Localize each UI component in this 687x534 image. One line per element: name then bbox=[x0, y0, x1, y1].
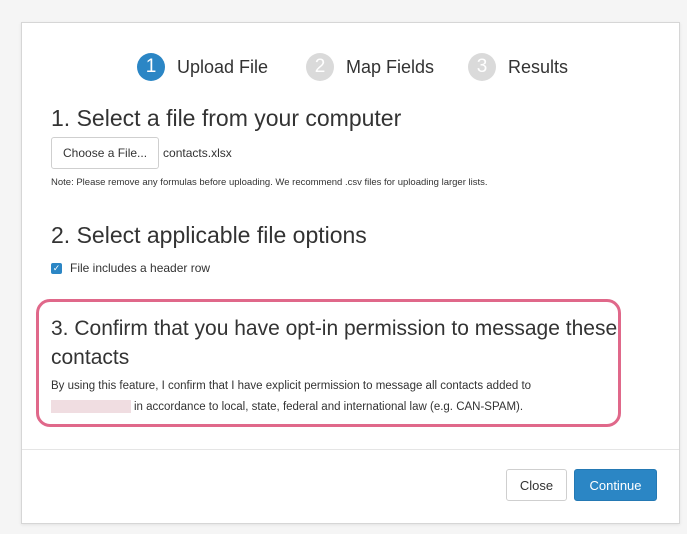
header-row-option[interactable]: ✓ File includes a header row bbox=[51, 261, 210, 275]
upload-modal: 1 Upload File 2 Map Fields 3 Results 1. … bbox=[21, 22, 680, 524]
step-upload-file: 1 Upload File bbox=[137, 51, 268, 83]
section-permission-title: 3. Confirm that you have opt-in permissi… bbox=[51, 317, 618, 369]
header-row-checkbox-label[interactable]: File includes a header row bbox=[70, 261, 210, 275]
step-results: 3 Results bbox=[468, 51, 568, 83]
file-picker-row: Choose a File... contacts.xlsx bbox=[51, 137, 232, 169]
upload-note: Note: Please remove any formulas before … bbox=[51, 177, 488, 188]
step-number-badge: 1 bbox=[137, 53, 165, 81]
step-map-fields: 2 Map Fields bbox=[306, 51, 434, 83]
permission-statement: By using this feature, I confirm that I … bbox=[51, 376, 631, 418]
step-number-badge: 2 bbox=[306, 53, 334, 81]
step-label: Results bbox=[508, 56, 569, 77]
choose-file-button[interactable]: Choose a File... bbox=[51, 137, 160, 169]
selected-file-name: contacts.xlsx bbox=[163, 146, 232, 160]
step-number-badge: 3 bbox=[468, 53, 496, 81]
section-file-options-title: 2. Select applicable file options bbox=[51, 222, 367, 248]
permission-statement-line1: By using this feature, I confirm that I … bbox=[51, 380, 532, 392]
permission-statement-line2-wrap: in accordance to local, state, federal a… bbox=[51, 397, 631, 418]
header-row-checkbox[interactable]: ✓ bbox=[51, 262, 62, 274]
redacted-list-name bbox=[51, 400, 131, 414]
close-button[interactable]: Close bbox=[506, 469, 567, 501]
permission-statement-line2: in accordance to local, state, federal a… bbox=[134, 401, 524, 413]
section-select-file-title: 1. Select a file from your computer bbox=[51, 105, 402, 131]
continue-button[interactable]: Continue bbox=[574, 469, 657, 501]
footer-divider bbox=[22, 449, 679, 450]
step-label: Map Fields bbox=[346, 56, 435, 77]
wizard-steps: 1 Upload File 2 Map Fields 3 Results bbox=[22, 51, 679, 83]
step-label: Upload File bbox=[177, 56, 269, 77]
